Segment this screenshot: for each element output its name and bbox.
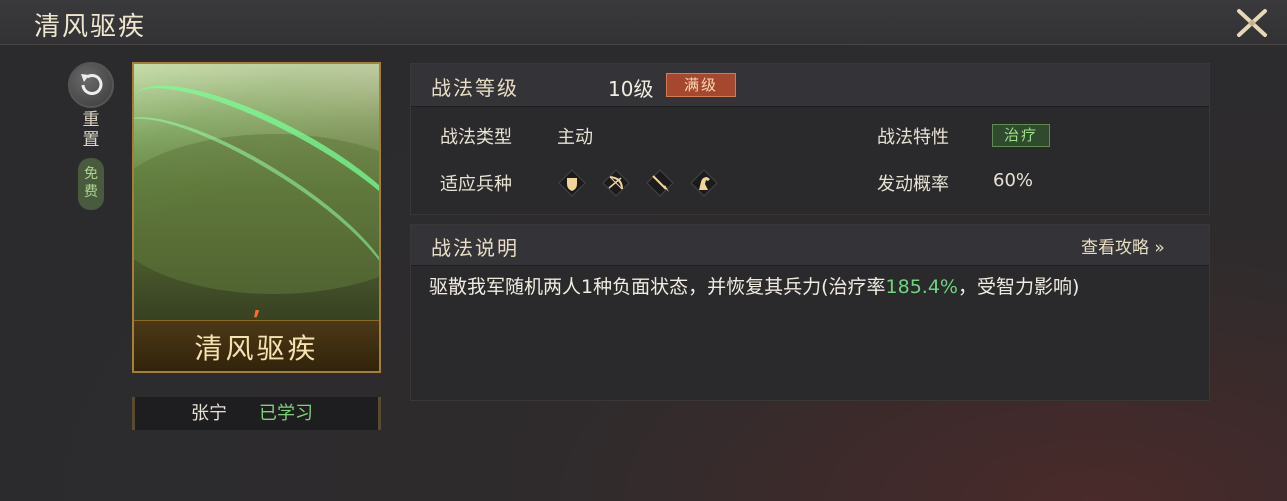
shield-icon	[557, 168, 587, 198]
trait-badge: 治疗	[992, 124, 1050, 147]
card-name: 清风驱疾	[194, 332, 319, 365]
trait-label: 战法特性	[877, 127, 949, 148]
description-part: ，受智力影响)	[957, 276, 1080, 298]
free-tag: 免费	[78, 158, 104, 210]
description-header: 战法说明 查看攻略 »	[411, 225, 1209, 266]
heal-rate-value: 185.4%	[885, 276, 958, 298]
level-label: 战法等级	[431, 76, 519, 100]
description-text: 驱散我军随机两人1种负面状态，并恢复其兵力(治疗率185.4%，受智力影响)	[429, 275, 1199, 300]
type-label: 战法类型	[440, 127, 512, 148]
description-panel: 战法说明 查看攻略 » 驱散我军随机两人1种负面状态，并恢复其兵力(治疗率185…	[410, 224, 1210, 401]
window-title: 清风驱疾	[34, 12, 147, 42]
spear-icon	[645, 168, 675, 198]
reset-button[interactable]	[68, 62, 114, 108]
description-title: 战法说明	[431, 236, 519, 260]
bow-icon	[601, 168, 631, 198]
reset-label: 重置	[82, 110, 100, 150]
card-emblem: ⸴	[253, 294, 261, 324]
level-value: 10级	[608, 77, 654, 101]
close-button[interactable]	[1234, 6, 1270, 40]
horse-icon	[689, 168, 719, 198]
type-value: 主动	[557, 127, 593, 148]
view-guide-link[interactable]: 查看攻略 »	[1081, 233, 1165, 258]
level-row: 战法等级 10级 满级	[411, 64, 1209, 107]
card-name-bar: 清风驱疾	[134, 320, 379, 371]
skill-card: ⸴ 清风驱疾	[132, 62, 381, 373]
owner-bar: 张宁 已学习	[132, 397, 381, 430]
rate-label: 发动概率	[877, 174, 949, 195]
units-label: 适应兵种	[440, 174, 512, 195]
rate-value: 60%	[993, 170, 1034, 191]
close-icon	[1237, 9, 1267, 37]
owner-name: 张宁	[191, 403, 227, 424]
skill-stats-panel: 战法等级 10级 满级 战法类型 主动 战法特性 治疗 适应兵种 发动概率 60…	[410, 63, 1210, 215]
title-bar: 清风驱疾	[0, 0, 1287, 45]
learned-status: 已学习	[259, 403, 313, 424]
reset-icon	[81, 74, 103, 95]
max-level-badge: 满级	[666, 73, 736, 97]
description-part: 驱散我军随机两人1种负面状态，并恢复其兵力(治疗率	[429, 276, 886, 298]
